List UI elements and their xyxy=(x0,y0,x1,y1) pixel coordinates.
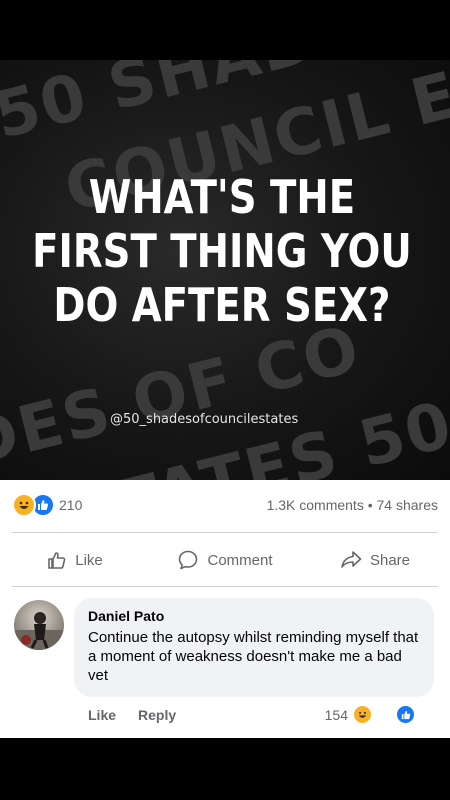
share-button-label: Share xyxy=(369,551,411,569)
thumbs-up-icon xyxy=(48,552,66,569)
comment-reaction-count: 154 xyxy=(324,706,348,723)
haha-reaction-icon xyxy=(12,493,36,517)
like-button-label: Like xyxy=(75,551,103,569)
action-bar: Like Comment Share xyxy=(0,540,450,580)
post-handle: @50_shadesofcouncilestates xyxy=(110,412,299,427)
post-image[interactable]: 50 SHADES COUNCIL ES DES OF CO ESTATES 5… xyxy=(0,60,450,480)
share-arrow-icon xyxy=(341,551,362,568)
comment-text: Continue the autopsy whilst reminding my… xyxy=(88,629,419,684)
post-card: 210 1.3K comments • 74 shares Like Comme… xyxy=(0,480,450,738)
like-reaction-icon xyxy=(395,704,416,725)
haha-reaction-icon xyxy=(352,704,373,725)
comment-like-button[interactable]: Like xyxy=(88,707,116,723)
avatar[interactable] xyxy=(14,600,64,650)
reactions-summary[interactable]: 210 xyxy=(12,493,82,517)
comment-button[interactable]: Comment xyxy=(150,540,300,580)
share-button[interactable]: Share xyxy=(300,540,450,580)
like-button[interactable]: Like xyxy=(0,540,150,580)
comment-bubble-icon xyxy=(179,550,198,570)
divider xyxy=(12,532,438,533)
post-headline: WHAT'S THE FIRST THING YOU DO AFTER SEX? xyxy=(32,170,412,332)
comment-reply-button[interactable]: Reply xyxy=(138,707,176,723)
comment-actions: Like Reply 154 xyxy=(88,704,438,725)
comment-reactions[interactable]: 154 xyxy=(325,704,438,725)
comments-shares-count[interactable]: 1.3K comments • 74 shares xyxy=(267,497,438,513)
reaction-count: 210 xyxy=(59,497,83,513)
comment-button-label: Comment xyxy=(207,551,273,569)
comment-bubble: Daniel Pato Continue the autopsy whilst … xyxy=(74,598,434,697)
divider xyxy=(12,586,438,587)
comment-author[interactable]: Daniel Pato xyxy=(88,608,420,624)
post-stats: 210 1.3K comments • 74 shares xyxy=(12,490,438,520)
